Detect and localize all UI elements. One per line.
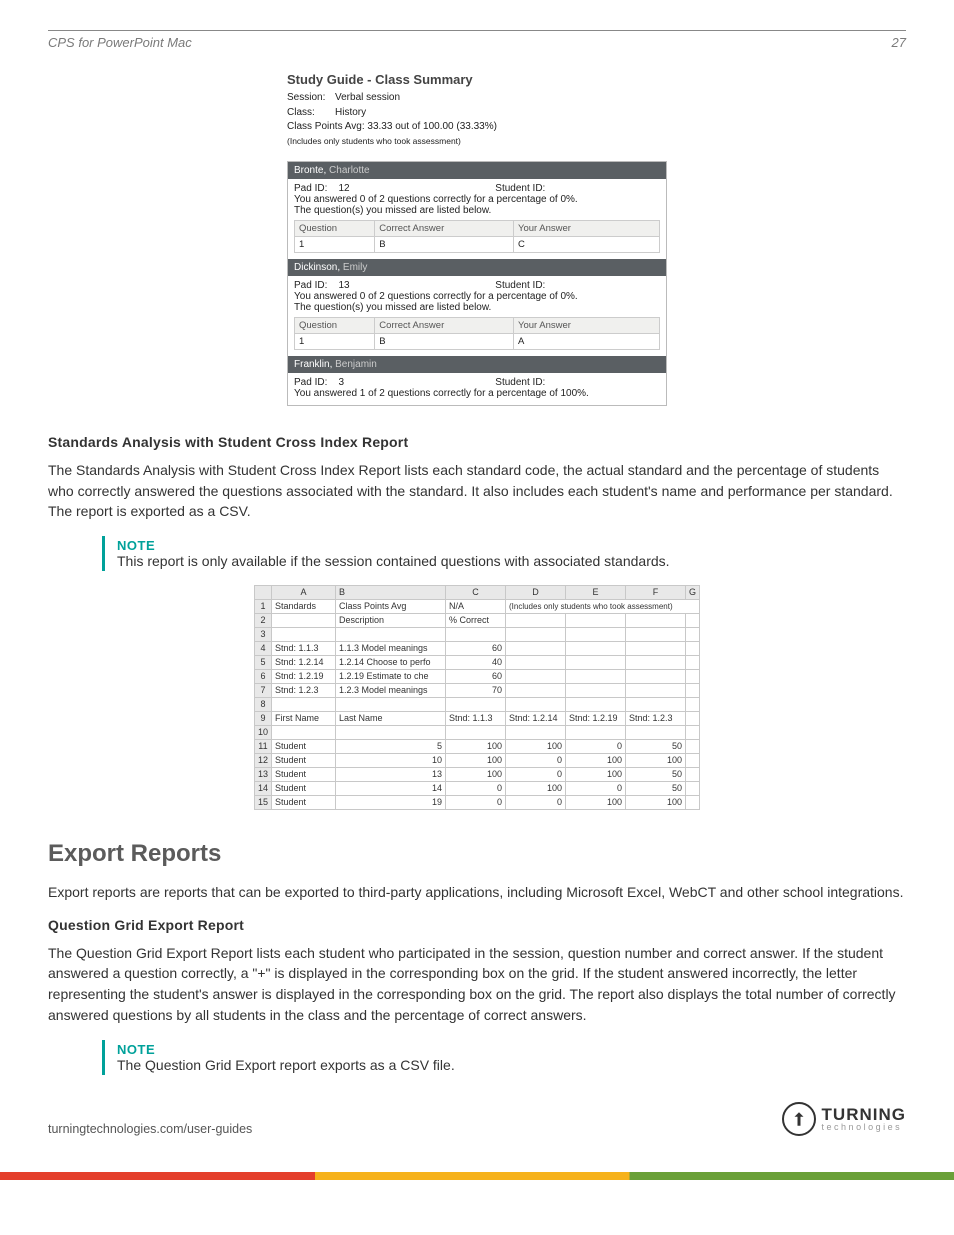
logo-subtitle: technologies xyxy=(822,1123,906,1132)
note-standards: NOTE This report is only available if th… xyxy=(102,536,906,571)
logo-icon xyxy=(782,1102,816,1136)
student-name-bar: Bronte, Charlotte xyxy=(288,162,666,179)
qgrid-heading: Question Grid Export Report xyxy=(48,917,906,933)
page-header: CPS for PowerPoint Mac 27 xyxy=(48,35,906,50)
export-para: Export reports are reports that can be e… xyxy=(48,882,906,903)
standards-para: The Standards Analysis with Student Cros… xyxy=(48,460,906,522)
note-text: This report is only available if the ses… xyxy=(117,553,906,569)
footer-color-bar xyxy=(0,1172,954,1180)
student-block: Pad ID: 12Student ID:You answered 0 of 2… xyxy=(288,179,666,259)
note-label: NOTE xyxy=(117,538,906,553)
sg-title: Study Guide - Class Summary xyxy=(287,72,667,87)
page-number: 27 xyxy=(892,35,906,50)
student-name-bar: Franklin, Benjamin xyxy=(288,356,666,373)
spreadsheet-figure: ABCDEFG1StandardsClass Points AvgN/A(Inc… xyxy=(254,585,700,810)
standards-heading: Standards Analysis with Student Cross In… xyxy=(48,434,906,450)
sg-class-label: Class: xyxy=(287,106,335,121)
footer-url: turningtechnologies.com/user-guides xyxy=(48,1122,252,1136)
note-text: The Question Grid Export report exports … xyxy=(117,1057,906,1073)
note-label: NOTE xyxy=(117,1042,906,1057)
student-block: Pad ID: 3Student ID:You answered 1 of 2 … xyxy=(288,373,666,405)
sg-class: History xyxy=(335,107,366,118)
doc-title: CPS for PowerPoint Mac xyxy=(48,35,192,50)
export-heading: Export Reports xyxy=(48,840,906,868)
student-name-bar: Dickinson, Emily xyxy=(288,259,666,276)
logo-title: TURNING xyxy=(822,1107,906,1123)
study-guide-figure: Study Guide - Class Summary Session:Verb… xyxy=(287,72,667,406)
sg-includes: (Includes only students who took assessm… xyxy=(287,135,667,147)
sg-session-label: Session: xyxy=(287,91,335,106)
footer-logo: TURNING technologies xyxy=(782,1102,906,1136)
student-block: Pad ID: 13Student ID:You answered 0 of 2… xyxy=(288,276,666,356)
note-qgrid: NOTE The Question Grid Export report exp… xyxy=(102,1040,906,1075)
sg-avg: Class Points Avg: 33.33 out of 100.00 (3… xyxy=(287,120,667,135)
sg-session: Verbal session xyxy=(335,92,400,103)
qgrid-para: The Question Grid Export Report lists ea… xyxy=(48,943,906,1026)
